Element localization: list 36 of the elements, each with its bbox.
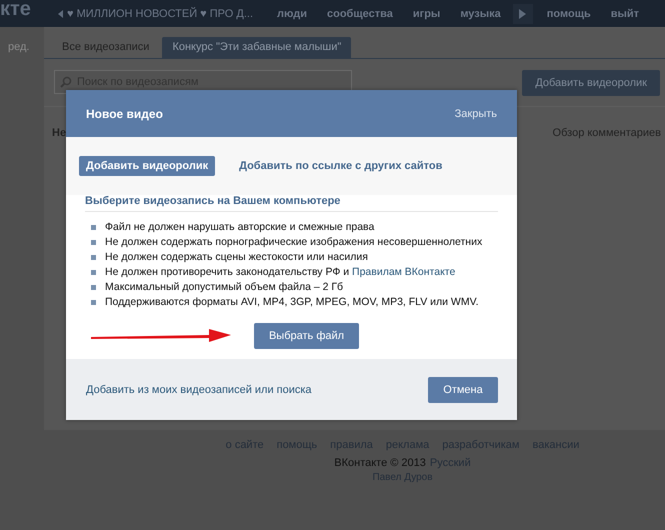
section-heading: Выберите видеозапись на Вашем компьютере [85,195,498,212]
nav-link[interactable]: люди [277,8,307,20]
choose-file-button[interactable]: Выбрать файл [254,323,359,349]
rule-text: Не должен противоречить законодательству РФ и [105,266,350,278]
nav-link[interactable]: сообщества [326,8,393,20]
bullet-icon [91,270,96,275]
rules-link[interactable]: Правилам ВКонтакте [352,266,456,278]
bullet-icon [91,255,96,260]
edit-link[interactable]: ред. [8,41,30,53]
nav-link[interactable]: музыка [460,8,501,20]
close-link[interactable]: Закрыть [454,108,497,120]
add-video-button[interactable]: Добавить видеоролик [522,70,660,96]
logo[interactable]: кте [0,0,50,21]
cancel-button[interactable]: Отмена [428,376,498,402]
mode-button[interactable]: Добавить видеоролик [79,156,216,176]
copyright: ВКонтакте © 2013 [334,457,426,469]
nav-link[interactable]: помощь [546,8,591,20]
play-icon [519,8,526,18]
add-from-my-videos-link[interactable]: Добавить из моих видеозаписей или поиска [86,384,312,396]
rule-text: Не должен содержать сцены жестокости или насилия [105,251,368,263]
mode-link[interactable]: Добавить по ссылке с других сайтов [232,156,450,176]
rule-text: Не должен содержать порнографические изображения несовершеннолетних [105,236,482,248]
tab[interactable]: Конкурс "Эти забавные малыши" [162,37,352,58]
rule-text: Поддерживаются форматы AVI, MP4, 3GP, MPEG, MOV, MP3, FLV или WMV. [105,296,479,308]
back-icon[interactable] [58,10,63,18]
play-button[interactable] [512,4,533,24]
rule-text: Максимальный допустимый объем файла – 2 Гб [105,281,344,293]
bullet-icon [91,240,96,245]
bullet-icon [91,225,96,230]
rule-text: Файл не должен нарушать авторские и смежные права [105,221,374,233]
bullet-icon [91,285,96,290]
nav-link[interactable]: выйт [610,8,640,20]
now-playing[interactable]: ♥ МИЛЛИОН НОВОСТЕЙ ♥ ПРО Д... [67,8,277,20]
dialog-title: Новое видео [86,106,163,120]
nav-link[interactable]: игры [412,8,440,20]
bullet-icon [91,300,96,305]
